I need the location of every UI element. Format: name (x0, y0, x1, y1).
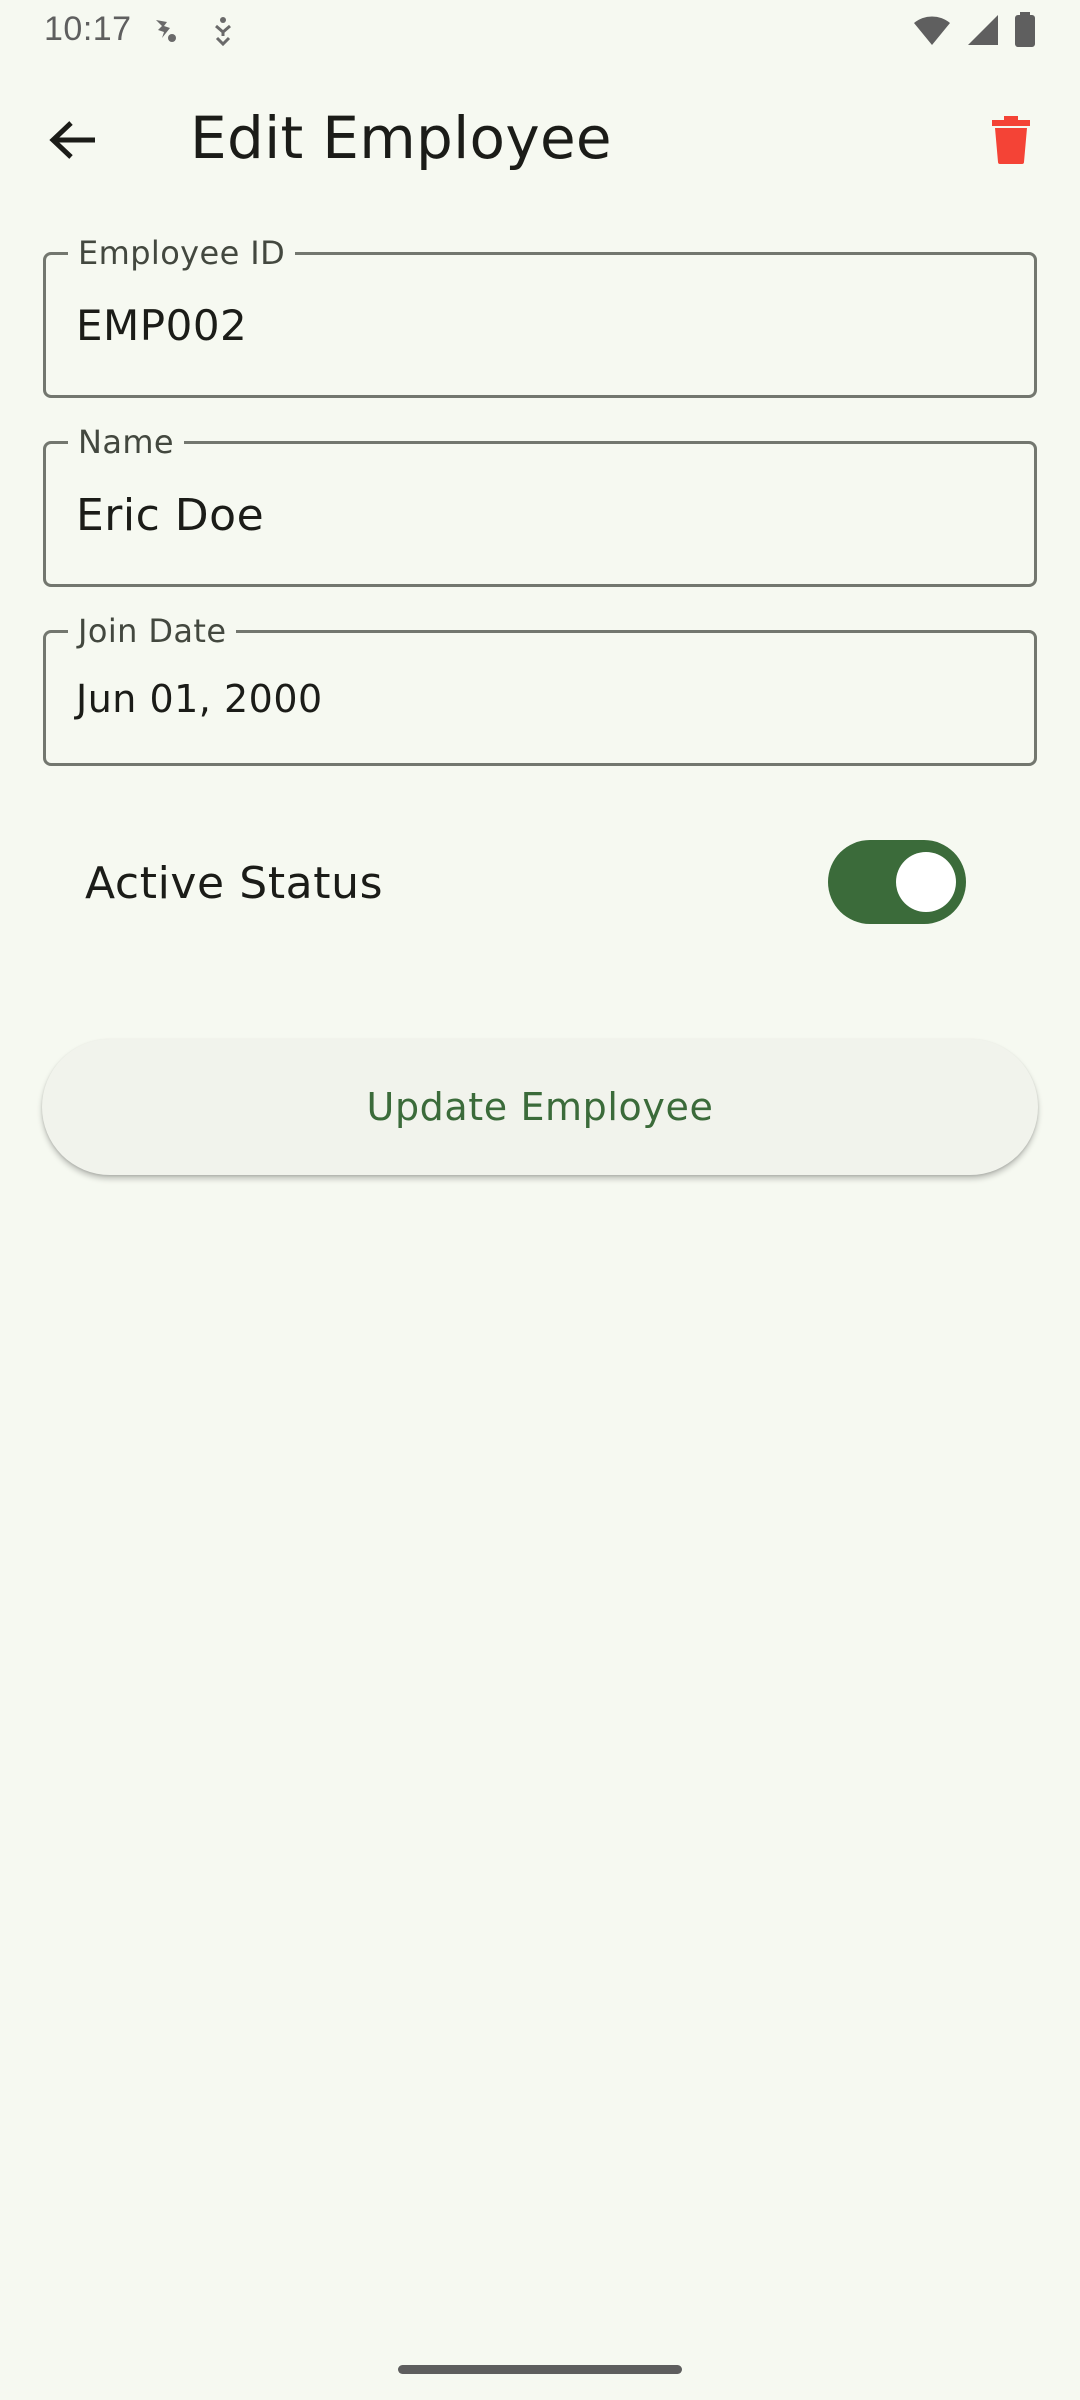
delete-button[interactable] (968, 104, 1054, 176)
gesture-handle[interactable] (398, 2365, 682, 2374)
status-icons (912, 12, 1036, 48)
wifi-icon (914, 16, 950, 45)
signal-icon (968, 15, 998, 45)
name-value: Eric Doe (76, 490, 265, 541)
arrow-back-icon (49, 121, 95, 159)
join-date-field[interactable]: Join Date Jun 01, 2000 (43, 613, 1037, 766)
status-time: 10:17 (44, 10, 132, 48)
name-field[interactable]: Name Eric Doe (43, 424, 1037, 587)
page-title: Edit Employee (190, 104, 612, 172)
employee-id-label: Employee ID (68, 235, 296, 271)
battery-icon (1015, 12, 1035, 47)
active-status-label: Active Status (85, 858, 384, 909)
status-bar: 10:17 (0, 0, 1080, 60)
trash-icon (992, 116, 1030, 164)
notification-icon (156, 20, 176, 42)
update-employee-button[interactable]: Update Employee (42, 1039, 1038, 1175)
active-status-switch[interactable] (828, 840, 966, 924)
app-bar: Edit Employee (0, 84, 1080, 192)
employee-id-field[interactable]: Employee ID EMP002 (43, 235, 1037, 398)
join-date-label: Join Date (68, 613, 237, 649)
accessibility-icon (215, 17, 231, 46)
employee-id-value: EMP002 (76, 301, 248, 350)
active-status-row: Active Status (0, 830, 1080, 934)
switch-knob (896, 852, 956, 912)
name-label: Name (68, 424, 185, 460)
join-date-value: Jun 01, 2000 (76, 677, 323, 721)
back-button[interactable] (34, 104, 112, 176)
